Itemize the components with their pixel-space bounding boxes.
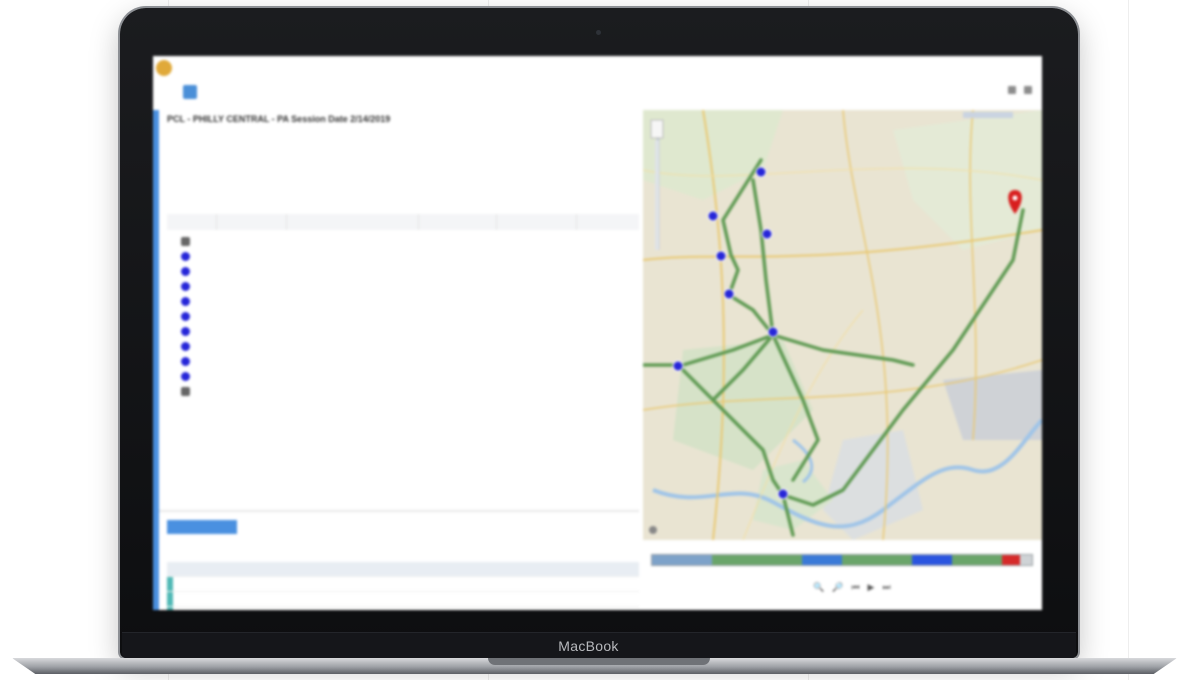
table-row[interactable] bbox=[167, 249, 639, 264]
table-row[interactable] bbox=[167, 234, 639, 249]
app-screen: PCL - PHILLY CENTRAL - PA Session Date 2… bbox=[153, 56, 1042, 610]
table-row[interactable] bbox=[167, 354, 639, 369]
timeline-segment bbox=[712, 555, 802, 565]
stop-marker bbox=[755, 166, 767, 178]
map-canvas[interactable] bbox=[643, 110, 1042, 540]
stop-marker bbox=[761, 228, 773, 240]
timeline-track[interactable] bbox=[651, 554, 1033, 566]
stop-marker-icon bbox=[181, 267, 190, 276]
route-map[interactable] bbox=[643, 110, 1042, 540]
column-header[interactable] bbox=[419, 214, 497, 230]
table-row[interactable] bbox=[167, 309, 639, 324]
tab-2[interactable] bbox=[183, 85, 197, 99]
stop-marker-icon bbox=[181, 387, 190, 396]
route-details-panel: PCL - PHILLY CENTRAL - PA Session Date 2… bbox=[153, 110, 639, 610]
stop-marker-icon bbox=[181, 357, 190, 366]
list-item[interactable] bbox=[167, 592, 639, 607]
forward-icon[interactable]: ⏭ bbox=[882, 582, 890, 593]
playback-panel: 🔍 🔎 ⏮ ▶ ⏭ bbox=[643, 540, 1042, 610]
stop-marker bbox=[723, 288, 735, 300]
stop-marker-icon bbox=[181, 342, 190, 351]
table-row[interactable] bbox=[167, 369, 639, 384]
table-row[interactable] bbox=[167, 324, 639, 339]
zoom-in-icon[interactable]: 🔍 bbox=[813, 582, 824, 593]
stop-marker-icon bbox=[181, 237, 190, 246]
zoom-out-icon[interactable]: 🔎 bbox=[832, 582, 843, 593]
stop-marker bbox=[715, 250, 727, 262]
list-item[interactable] bbox=[167, 607, 639, 610]
stop-marker-icon bbox=[181, 252, 190, 261]
logo-icon bbox=[156, 60, 172, 76]
stop-marker-icon bbox=[181, 327, 190, 336]
table-row[interactable] bbox=[167, 264, 639, 279]
playback-controls: 🔍 🔎 ⏮ ▶ ⏭ bbox=[813, 582, 891, 593]
column-header[interactable] bbox=[217, 214, 287, 230]
grid-icon[interactable] bbox=[1008, 86, 1016, 94]
list-item[interactable] bbox=[167, 562, 639, 577]
stop-marker bbox=[672, 360, 684, 372]
laptop-brand-label: MacBook bbox=[558, 638, 619, 654]
timeline-segment bbox=[1002, 555, 1020, 565]
tab-1[interactable] bbox=[163, 85, 177, 99]
table-row[interactable] bbox=[167, 339, 639, 354]
column-header[interactable] bbox=[287, 214, 419, 230]
settings-icon[interactable] bbox=[1024, 86, 1032, 94]
stop-marker-icon bbox=[181, 372, 190, 381]
alerts-filter-bar bbox=[167, 542, 639, 556]
timeline-segment bbox=[652, 555, 712, 565]
rewind-icon[interactable]: ⏮ bbox=[851, 582, 859, 593]
stops-table-header bbox=[167, 214, 639, 230]
map-scale bbox=[963, 112, 1013, 118]
stop-marker bbox=[777, 488, 789, 500]
stop-marker-icon bbox=[181, 282, 190, 291]
tab-alerts[interactable] bbox=[167, 520, 237, 534]
laptop-notch bbox=[488, 658, 710, 665]
map-logo-icon bbox=[649, 526, 657, 534]
tab-3[interactable] bbox=[203, 85, 217, 99]
table-row[interactable] bbox=[167, 384, 639, 399]
timeline-segment bbox=[912, 555, 952, 565]
stop-marker-icon bbox=[181, 312, 190, 321]
play-icon[interactable]: ▶ bbox=[868, 582, 875, 593]
timeline-segment bbox=[842, 555, 912, 565]
column-header[interactable] bbox=[497, 214, 577, 230]
timeline-segment bbox=[952, 555, 1002, 565]
nav-bar bbox=[153, 80, 1042, 104]
table-row[interactable] bbox=[167, 279, 639, 294]
stop-marker bbox=[767, 326, 779, 338]
panel-accent-bar bbox=[153, 110, 159, 610]
route-heading: PCL - PHILLY CENTRAL - PA Session Date 2… bbox=[167, 114, 391, 124]
table-row[interactable] bbox=[167, 294, 639, 309]
camera bbox=[596, 30, 601, 35]
panel-divider[interactable] bbox=[159, 510, 639, 512]
column-header[interactable] bbox=[167, 214, 217, 230]
stop-marker-icon bbox=[181, 297, 190, 306]
stop-marker bbox=[707, 210, 719, 222]
list-item[interactable] bbox=[167, 577, 639, 592]
timeline-segment bbox=[802, 555, 842, 565]
app-header bbox=[153, 56, 1042, 80]
nav-tools bbox=[984, 86, 1032, 94]
